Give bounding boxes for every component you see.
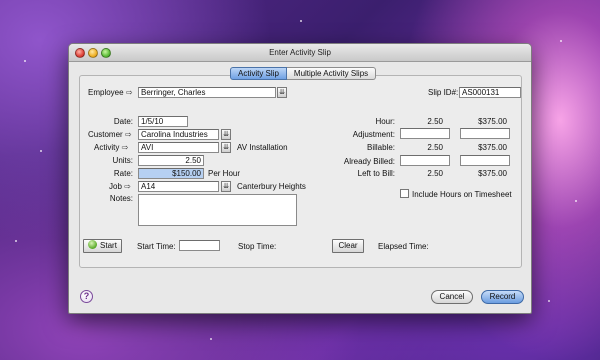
cancel-button[interactable]: Cancel [431, 290, 473, 304]
left-to-bill-units: 2.50 [427, 169, 443, 178]
notes-textarea[interactable] [138, 194, 297, 226]
rate-field[interactable]: $150.00 [138, 168, 204, 179]
title-bar: Enter Activity Slip [69, 44, 531, 62]
left-to-bill-label: Left to Bill: [357, 169, 395, 178]
employee-field[interactable]: Berringer, Charles [138, 87, 276, 98]
stop-time-label: Stop Time: [238, 242, 277, 251]
customer-label: Customer ⇨ [88, 130, 132, 139]
notes-label: Notes: [109, 194, 133, 203]
job-dropdown-icon[interactable]: ⇊ [221, 181, 231, 192]
tab-bar: Activity Slip Multiple Activity Slips [230, 67, 377, 80]
adjustment-units-field[interactable] [400, 128, 450, 139]
job-field[interactable]: A14 [138, 181, 219, 192]
tab-activity-slip[interactable]: Activity Slip [230, 67, 287, 80]
rate-unit-label: Per Hour [208, 169, 241, 178]
star [15, 240, 17, 242]
customer-field[interactable]: Carolina Industries [138, 129, 219, 140]
date-label: Date: [113, 117, 133, 126]
star [210, 338, 212, 340]
star [300, 20, 302, 22]
start-time-field[interactable] [179, 240, 220, 251]
start-button[interactable]: Start [83, 239, 122, 253]
adjustment-label: Adjustment: [352, 130, 395, 139]
units-field[interactable]: 2.50 [138, 155, 204, 166]
elapsed-time-label: Elapsed Time: [378, 242, 429, 251]
activity-lookup-arrow-icon[interactable]: ⇨ [122, 143, 129, 152]
activity-description: AV Installation [237, 143, 288, 152]
hour-label: Hour: [375, 117, 395, 126]
already-billed-units-field[interactable] [400, 155, 450, 166]
window-title: Enter Activity Slip [269, 48, 331, 57]
billable-label: Billable: [366, 143, 395, 152]
activity-field[interactable]: AVI [138, 142, 219, 153]
hour-amount: $375.00 [478, 117, 507, 126]
employee-label: Employee ⇨ [88, 88, 133, 97]
slip-id-field[interactable]: AS000131 [459, 87, 521, 98]
job-lookup-arrow-icon[interactable]: ⇨ [124, 182, 131, 191]
start-time-label: Start Time: [137, 242, 176, 251]
already-billed-label: Already Billed: [343, 157, 395, 166]
employee-dropdown-icon[interactable]: ⇊ [277, 87, 287, 98]
include-hours-label: Include Hours on Timesheet [412, 190, 512, 199]
hour-units: 2.50 [427, 117, 443, 126]
date-field[interactable]: 1/5/10 [138, 116, 188, 127]
tab-multiple-activity-slips[interactable]: Multiple Activity Slips [286, 67, 377, 80]
units-label: Units: [112, 156, 133, 165]
start-timer-icon [88, 240, 98, 250]
adjustment-amount-field[interactable] [460, 128, 510, 139]
billable-amount: $375.00 [478, 143, 507, 152]
employee-lookup-arrow-icon[interactable]: ⇨ [126, 88, 133, 97]
star [40, 150, 42, 152]
already-billed-amount-field[interactable] [460, 155, 510, 166]
star [560, 40, 562, 42]
include-hours-checkbox[interactable] [400, 189, 409, 198]
customer-lookup-arrow-icon[interactable]: ⇨ [125, 130, 132, 139]
left-to-bill-amount: $375.00 [478, 169, 507, 178]
billable-units: 2.50 [427, 143, 443, 152]
star [548, 300, 550, 302]
enter-activity-slip-window: Enter Activity Slip Activity Slip Multip… [68, 43, 532, 314]
job-label: Job ⇨ [109, 182, 131, 191]
clear-button[interactable]: Clear [332, 239, 364, 253]
slip-id-label: Slip ID#: [428, 88, 459, 97]
help-icon[interactable]: ? [80, 290, 93, 303]
activity-dropdown-icon[interactable]: ⇊ [221, 142, 231, 153]
star [24, 60, 26, 62]
record-button[interactable]: Record [481, 290, 524, 304]
job-description: Canterbury Heights [237, 182, 306, 191]
customer-dropdown-icon[interactable]: ⇊ [221, 129, 231, 140]
activity-label: Activity ⇨ [94, 143, 129, 152]
star [575, 200, 577, 202]
rate-label: Rate: [113, 169, 133, 178]
